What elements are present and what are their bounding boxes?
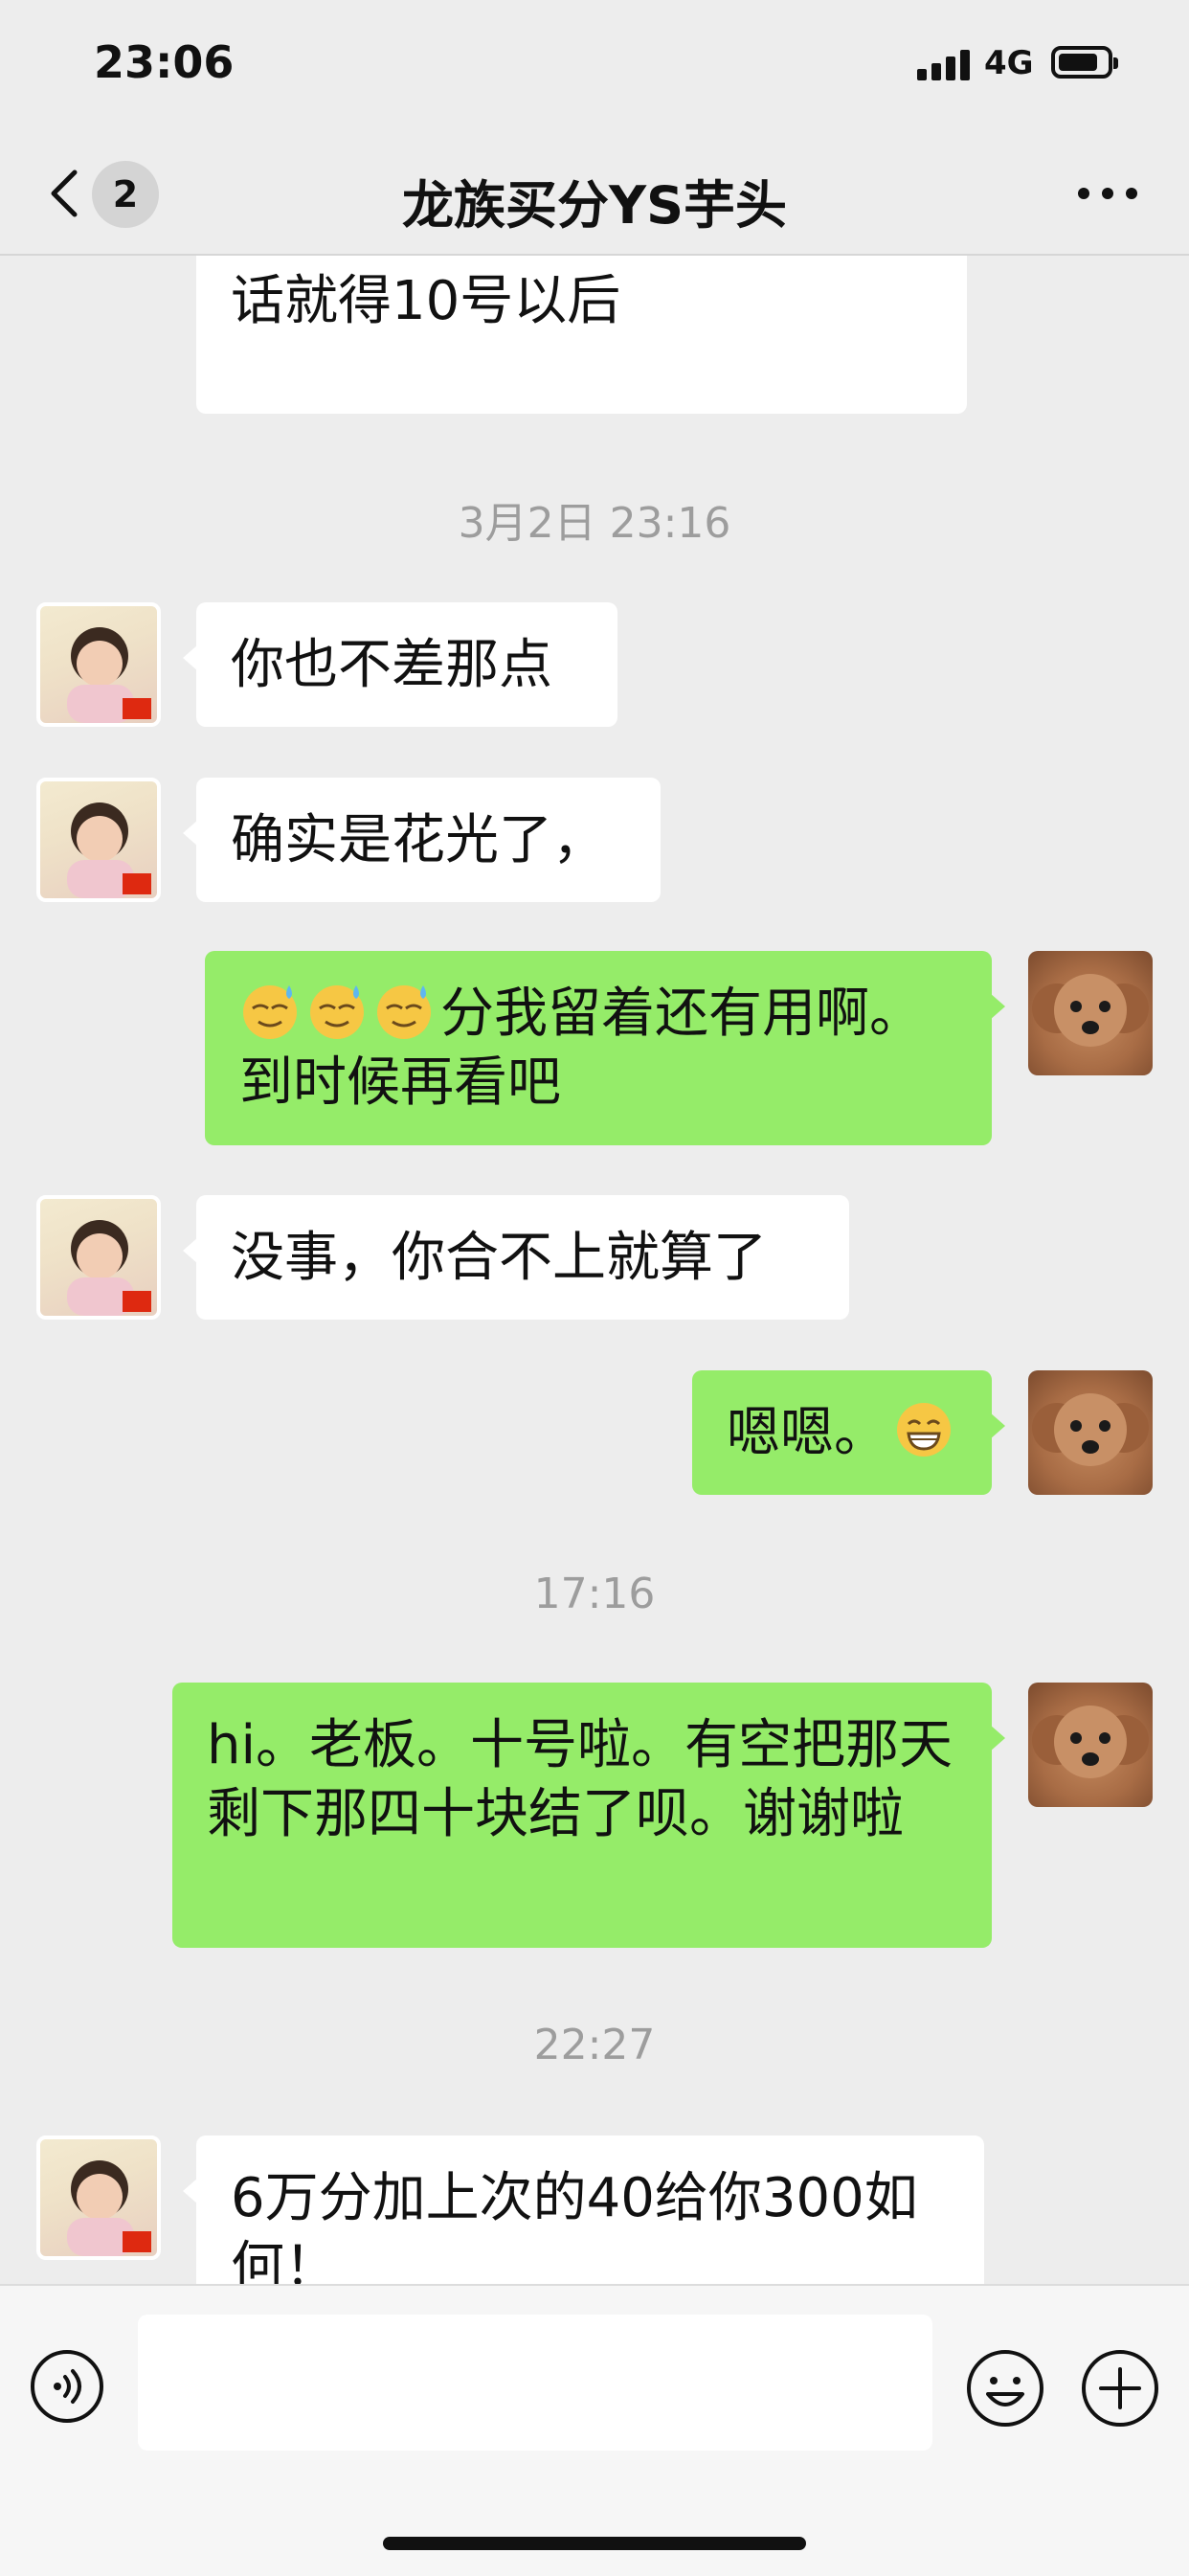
nav-bar: 2 龙族买分YS芋头: [0, 134, 1189, 256]
plus-icon: [1082, 2350, 1158, 2427]
home-indicator[interactable]: [383, 2537, 806, 2550]
chevron-left-icon: [51, 169, 78, 217]
message-bubble-incoming[interactable]: 6万分加上次的40给你300如何！: [183, 2135, 984, 2284]
message-text: 没事，你合不上就算了: [231, 1227, 767, 1289]
message-bubble-incoming[interactable]: 你也不差那点: [183, 602, 617, 727]
more-dot-icon: [1102, 188, 1113, 199]
message-text: 6万分加上次的40给你300如何！: [231, 2167, 918, 2284]
battery-icon: [1051, 46, 1118, 79]
unread-badge: 2: [92, 161, 159, 228]
message-text: hi。老板。十号啦。有空把那天剩下那四十块结了呗。谢谢啦: [207, 1714, 953, 1845]
message-bubble-outgoing[interactable]: hi。老板。十号啦。有空把那天剩下那四十块结了呗。谢谢啦: [172, 1683, 1005, 1948]
dog-photo-icon: [1032, 1393, 1149, 1466]
input-bar: [0, 2284, 1189, 2576]
time-divider: 3月2日 23:16: [458, 499, 731, 548]
contact-avatar[interactable]: [36, 602, 161, 727]
smiley-icon: [967, 2350, 1043, 2427]
more-dot-icon: [1126, 188, 1137, 199]
child-photo-icon: [67, 627, 151, 723]
signal-icon: [917, 50, 973, 80]
my-avatar[interactable]: [1028, 1370, 1153, 1495]
message-bubble-incoming[interactable]: 要是可以我就去提了，不行的话就得10号以后: [196, 256, 967, 414]
status-bar: 23:06 4G: [0, 0, 1189, 134]
message-bubble-outgoing[interactable]: 分我留着还有用啊。到时候再看吧: [205, 951, 1005, 1145]
sweat-smile-emoji-icon: [310, 985, 364, 1039]
child-photo-icon: [67, 1220, 151, 1316]
more-functions-button[interactable]: [1080, 2348, 1160, 2429]
message-text: 要是可以我就去提了，不行的话就得10号以后: [231, 256, 928, 332]
message-list[interactable]: 要是可以我就去提了，不行的话就得10号以后 3月2日 23:16 你也不差那点 …: [0, 256, 1189, 2284]
message-text: 确实是花光了，: [231, 809, 606, 871]
voice-input-button[interactable]: [29, 2348, 105, 2425]
message-text: 你也不差那点: [231, 634, 552, 696]
back-button[interactable]: 2: [38, 155, 172, 232]
network-type: 4G: [984, 44, 1034, 82]
message-bubble-incoming[interactable]: 确实是花光了，: [183, 778, 661, 902]
dog-photo-icon: [1032, 974, 1149, 1047]
emoji-button[interactable]: [965, 2348, 1045, 2429]
chat-title: 龙族买分YS芋头: [402, 175, 787, 236]
contact-avatar[interactable]: [36, 2135, 161, 2260]
contact-avatar[interactable]: [36, 1195, 161, 1320]
contact-avatar[interactable]: [36, 778, 161, 902]
sweat-smile-emoji-icon: [243, 985, 297, 1039]
message-text: 嗯嗯。: [727, 1402, 887, 1464]
voice-icon: [31, 2350, 103, 2423]
my-avatar[interactable]: [1028, 951, 1153, 1075]
status-time: 23:06: [94, 36, 235, 88]
time-divider: 22:27: [533, 2021, 656, 2069]
message-bubble-incoming[interactable]: 没事，你合不上就算了: [183, 1195, 849, 1320]
more-options-button[interactable]: [1074, 172, 1141, 211]
child-photo-icon: [67, 802, 151, 898]
message-input[interactable]: [138, 2315, 932, 2451]
sweat-smile-emoji-icon: [377, 985, 431, 1039]
time-divider: 17:16: [533, 1570, 656, 1618]
grin-emoji-icon: [897, 1403, 951, 1457]
child-photo-icon: [67, 2160, 151, 2256]
my-avatar[interactable]: [1028, 1683, 1153, 1807]
dog-photo-icon: [1032, 1706, 1149, 1778]
more-dot-icon: [1078, 188, 1089, 199]
message-bubble-outgoing[interactable]: 嗯嗯。: [692, 1370, 1005, 1495]
